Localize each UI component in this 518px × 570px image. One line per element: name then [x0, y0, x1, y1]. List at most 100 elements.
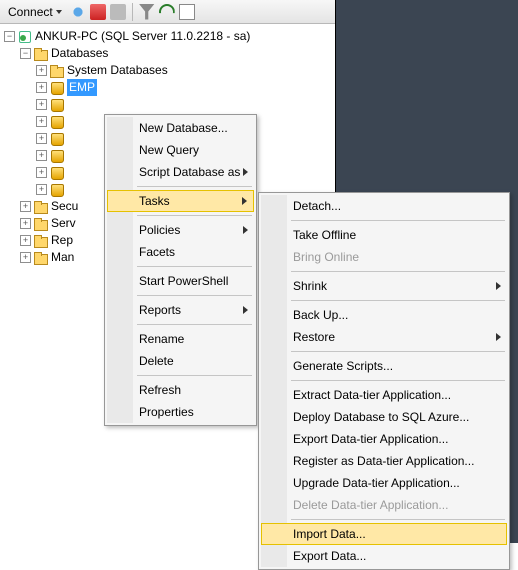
- menu-label: Shrink: [293, 279, 327, 293]
- menu-label: New Query: [139, 143, 199, 157]
- menu-import-data[interactable]: Import Data...: [261, 523, 507, 545]
- menu-deploy-azure[interactable]: Deploy Database to SQL Azure...: [261, 406, 507, 428]
- node-label: Man: [51, 249, 74, 266]
- menu-delete[interactable]: Delete: [107, 350, 254, 372]
- chevron-right-icon: [496, 333, 501, 341]
- collapse-icon[interactable]: −: [4, 31, 15, 42]
- sysdb-label: System Databases: [67, 62, 168, 79]
- menu-tasks[interactable]: Tasks: [107, 190, 254, 212]
- context-menu-tasks: Detach... Take Offline Bring Online Shri…: [258, 192, 510, 570]
- menu-facets[interactable]: Facets: [107, 241, 254, 263]
- expand-icon[interactable]: +: [36, 65, 47, 76]
- database-icon: [49, 148, 65, 164]
- menu-start-powershell[interactable]: Start PowerShell: [107, 270, 254, 292]
- expand-icon[interactable]: +: [36, 184, 47, 195]
- server-icon[interactable]: [70, 4, 86, 20]
- menu-label: Deploy Database to SQL Azure...: [293, 410, 469, 424]
- menu-policies[interactable]: Policies: [107, 219, 254, 241]
- menu-export-dta[interactable]: Export Data-tier Application...: [261, 428, 507, 450]
- tree-db-selected[interactable]: + EMP: [4, 79, 335, 96]
- collapse-icon[interactable]: −: [20, 48, 31, 59]
- menu-label: Delete: [139, 354, 174, 368]
- menu-label: Import Data...: [293, 527, 366, 541]
- expand-icon[interactable]: +: [36, 150, 47, 161]
- menu-detach[interactable]: Detach...: [261, 195, 507, 217]
- toolbar: Connect: [0, 0, 335, 24]
- server-icon: [17, 29, 33, 45]
- menu-export-data[interactable]: Export Data...: [261, 545, 507, 567]
- chevron-down-icon: [56, 10, 62, 14]
- expand-icon[interactable]: +: [36, 99, 47, 110]
- folder-icon: [49, 63, 65, 79]
- menu-separator: [291, 519, 505, 520]
- menu-label: Refresh: [139, 383, 181, 397]
- menu-label: Detach...: [293, 199, 341, 213]
- disconnect-icon[interactable]: [90, 4, 106, 20]
- toolbar-separator: [132, 3, 133, 21]
- menu-label: New Database...: [139, 121, 228, 135]
- folder-icon: [33, 216, 49, 232]
- menu-label: Generate Scripts...: [293, 359, 393, 373]
- menu-register-dta[interactable]: Register as Data-tier Application...: [261, 450, 507, 472]
- filter-icon[interactable]: [139, 4, 155, 20]
- chevron-right-icon: [243, 168, 248, 176]
- expand-icon[interactable]: +: [36, 82, 47, 93]
- menu-new-database[interactable]: New Database...: [107, 117, 254, 139]
- menu-upgrade-dta[interactable]: Upgrade Data-tier Application...: [261, 472, 507, 494]
- expand-icon[interactable]: +: [20, 235, 31, 246]
- folder-icon: [33, 250, 49, 266]
- connect-button[interactable]: Connect: [4, 4, 66, 20]
- menu-generate-scripts[interactable]: Generate Scripts...: [261, 355, 507, 377]
- menu-properties[interactable]: Properties: [107, 401, 254, 423]
- menu-label: Extract Data-tier Application...: [293, 388, 451, 402]
- menu-label: Facets: [139, 245, 175, 259]
- node-label: Secu: [51, 198, 78, 215]
- menu-separator: [137, 295, 252, 296]
- tree-sysdb-node[interactable]: + System Databases: [4, 62, 335, 79]
- menu-label: Back Up...: [293, 308, 348, 322]
- context-menu-database: New Database... New Query Script Databas…: [104, 114, 257, 426]
- stop-icon[interactable]: [110, 4, 126, 20]
- database-icon: [49, 114, 65, 130]
- menu-rename[interactable]: Rename: [107, 328, 254, 350]
- chevron-right-icon: [242, 197, 247, 205]
- menu-new-query[interactable]: New Query: [107, 139, 254, 161]
- menu-take-offline[interactable]: Take Offline: [261, 224, 507, 246]
- menu-label: Script Database as: [139, 165, 240, 179]
- node-label: Serv: [51, 215, 76, 232]
- expand-icon[interactable]: +: [20, 218, 31, 229]
- menu-restore[interactable]: Restore: [261, 326, 507, 348]
- expand-icon[interactable]: +: [36, 116, 47, 127]
- tree-databases-node[interactable]: − Databases: [4, 45, 335, 62]
- menu-label: Delete Data-tier Application...: [293, 498, 448, 512]
- properties-icon[interactable]: [179, 4, 195, 20]
- chevron-right-icon: [243, 226, 248, 234]
- expand-icon[interactable]: +: [36, 167, 47, 178]
- menu-separator: [137, 215, 252, 216]
- node-label: Rep: [51, 232, 73, 249]
- expand-icon[interactable]: +: [20, 252, 31, 263]
- menu-label: Export Data-tier Application...: [293, 432, 448, 446]
- menu-refresh[interactable]: Refresh: [107, 379, 254, 401]
- refresh-icon[interactable]: [159, 4, 175, 20]
- menu-backup[interactable]: Back Up...: [261, 304, 507, 326]
- database-icon: [49, 182, 65, 198]
- chevron-right-icon: [496, 282, 501, 290]
- menu-extract-dta[interactable]: Extract Data-tier Application...: [261, 384, 507, 406]
- expand-icon[interactable]: +: [36, 133, 47, 144]
- menu-shrink[interactable]: Shrink: [261, 275, 507, 297]
- expand-icon[interactable]: +: [20, 201, 31, 212]
- menu-label: Rename: [139, 332, 184, 346]
- tree-db-node[interactable]: +: [4, 96, 335, 113]
- menu-separator: [291, 271, 505, 272]
- menu-separator: [137, 375, 252, 376]
- menu-script-database-as[interactable]: Script Database as: [107, 161, 254, 183]
- menu-label: Policies: [139, 223, 180, 237]
- menu-label: Register as Data-tier Application...: [293, 454, 474, 468]
- menu-separator: [291, 351, 505, 352]
- menu-reports[interactable]: Reports: [107, 299, 254, 321]
- selected-db-label: EMP: [67, 79, 97, 96]
- folder-icon: [33, 199, 49, 215]
- tree-server-node[interactable]: − ANKUR-PC (SQL Server 11.0.2218 - sa): [4, 28, 335, 45]
- menu-bring-online: Bring Online: [261, 246, 507, 268]
